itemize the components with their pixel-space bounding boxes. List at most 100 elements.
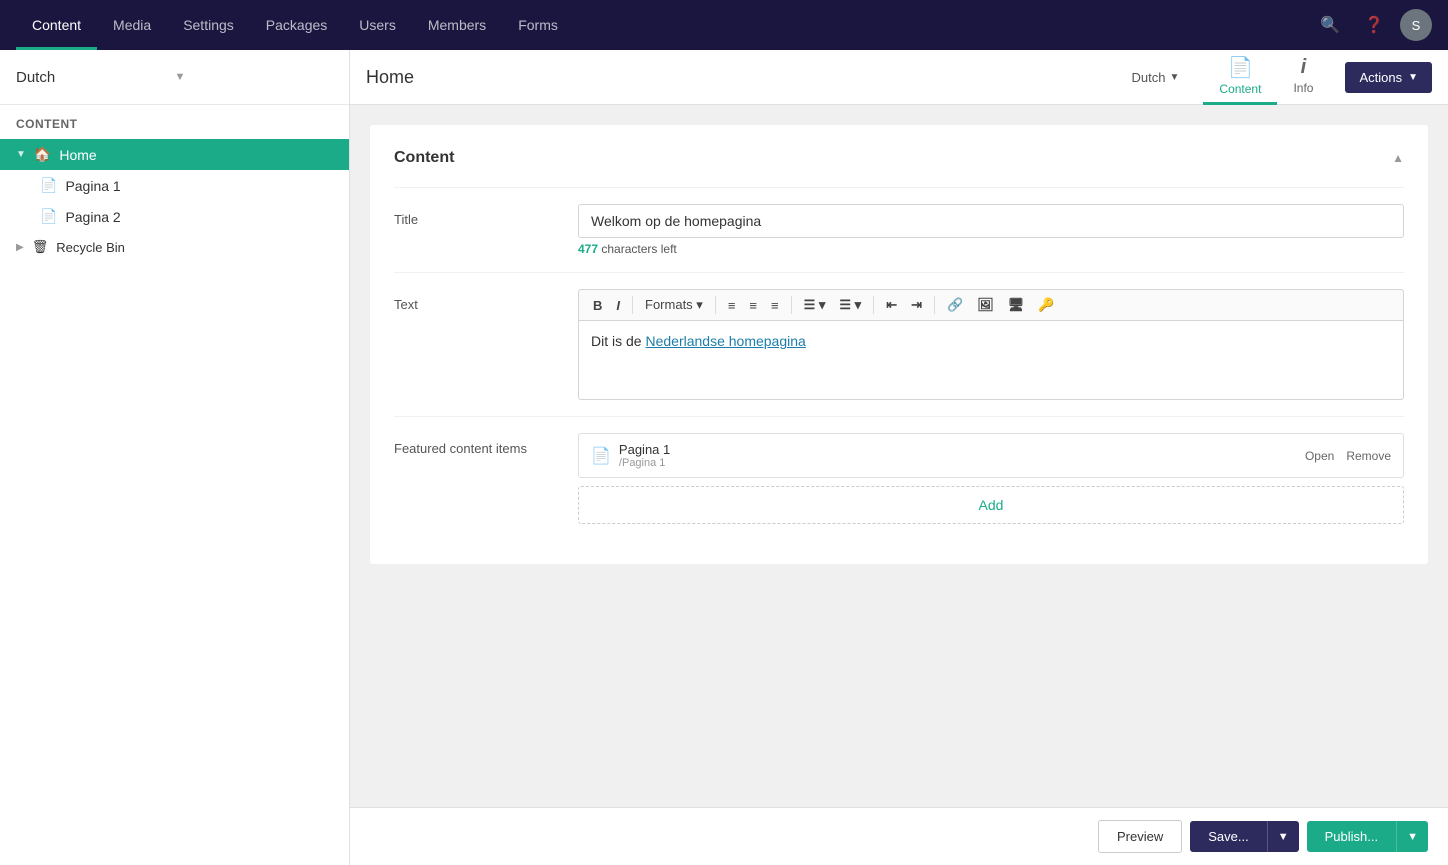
sidebar-item-pagina1[interactable]: 📄 Pagina 1 bbox=[0, 170, 349, 201]
language-selector[interactable]: Dutch ▼ bbox=[0, 50, 349, 105]
featured-item-info: Pagina 1 /Pagina 1 bbox=[619, 442, 1297, 469]
page-title: Home bbox=[366, 67, 1124, 88]
rte-text: Dit is de bbox=[591, 333, 645, 349]
nav-packages[interactable]: Packages bbox=[250, 0, 343, 50]
nav-media[interactable]: Media bbox=[97, 0, 167, 50]
page-icon: 📄 bbox=[40, 208, 57, 225]
toolbar-separator bbox=[934, 296, 935, 314]
content-body: Content ▲ Title 477 characters left bbox=[350, 105, 1448, 807]
toolbar-separator bbox=[632, 296, 633, 314]
text-field-row: Text B I Formats ▾ ≡ ≡ ≡ ☰ ▾ bbox=[394, 272, 1404, 416]
page-icon: 📄 bbox=[591, 446, 611, 466]
rte-toolbar: B I Formats ▾ ≡ ≡ ≡ ☰ ▾ ☰ ▾ bbox=[578, 289, 1404, 320]
char-count-text: characters left bbox=[601, 242, 676, 256]
italic-button[interactable]: I bbox=[610, 295, 626, 316]
content-language-selector[interactable]: Dutch ▼ bbox=[1124, 66, 1188, 89]
chevron-down-icon: ▼ bbox=[1408, 72, 1418, 83]
publish-button[interactable]: Publish... bbox=[1307, 821, 1396, 852]
chevron-down-icon: ▼ bbox=[16, 149, 26, 160]
actions-button[interactable]: Actions ▼ bbox=[1345, 62, 1432, 93]
nav-forms[interactable]: Forms bbox=[502, 0, 574, 50]
align-left-button[interactable]: ≡ bbox=[722, 295, 742, 316]
featured-item-path: /Pagina 1 bbox=[619, 457, 1297, 469]
recycle-bin-label: Recycle Bin bbox=[56, 240, 125, 255]
title-input[interactable] bbox=[578, 204, 1404, 238]
bold-button[interactable]: B bbox=[587, 295, 608, 316]
tab-info[interactable]: i Info bbox=[1277, 50, 1329, 105]
tab-info-label: Info bbox=[1293, 81, 1313, 95]
nav-members[interactable]: Members bbox=[412, 0, 502, 50]
featured-item: 📄 Pagina 1 /Pagina 1 Open Remove bbox=[578, 433, 1404, 478]
sidebar-item-recycle-bin[interactable]: ▶ 🗑 Recycle Bin bbox=[0, 232, 349, 262]
align-right-button[interactable]: ≡ bbox=[765, 295, 785, 316]
sidebar-section-label: Content bbox=[0, 105, 349, 139]
unordered-list-button[interactable]: ☰ ▾ bbox=[798, 294, 832, 316]
content-language-label: Dutch bbox=[1132, 70, 1166, 85]
page-icon: 📄 bbox=[40, 177, 57, 194]
ordered-list-button[interactable]: ☰ ▾ bbox=[833, 294, 867, 316]
top-nav-right: 🔍 ❓ S bbox=[1312, 7, 1432, 43]
title-field: 477 characters left bbox=[578, 204, 1404, 256]
content-panel: Content ▲ Title 477 characters left bbox=[370, 125, 1428, 564]
featured-field: 📄 Pagina 1 /Pagina 1 Open Remove Add bbox=[578, 433, 1404, 524]
align-center-button[interactable]: ≡ bbox=[743, 295, 763, 316]
featured-items-row: Featured content items 📄 Pagina 1 /Pagin… bbox=[394, 416, 1404, 540]
char-count-number: 477 bbox=[578, 242, 598, 256]
rte-link[interactable]: Nederlandse homepagina bbox=[645, 333, 805, 349]
featured-label: Featured content items bbox=[394, 433, 554, 524]
preview-button[interactable]: Preview bbox=[1098, 820, 1182, 853]
outdent-button[interactable]: ⇤ bbox=[880, 294, 903, 316]
nav-content[interactable]: Content bbox=[16, 0, 97, 50]
save-group: Save... ▼ bbox=[1190, 821, 1298, 852]
featured-item-actions: Open Remove bbox=[1305, 449, 1391, 463]
document-icon: 📄 bbox=[1228, 55, 1253, 80]
char-count: 477 characters left bbox=[578, 242, 1404, 256]
help-icon[interactable]: ❓ bbox=[1356, 7, 1392, 43]
link-button[interactable]: 🔗 bbox=[941, 294, 969, 316]
toolbar-separator bbox=[715, 296, 716, 314]
rte-body[interactable]: Dit is de Nederlandse homepagina bbox=[578, 320, 1404, 400]
image-button[interactable]: 🖼 bbox=[971, 294, 1000, 316]
nav-settings[interactable]: Settings bbox=[167, 0, 250, 50]
publish-dropdown-button[interactable]: ▼ bbox=[1396, 821, 1428, 852]
publish-group: Publish... ▼ bbox=[1307, 821, 1428, 852]
top-navigation: Content Media Settings Packages Users Me… bbox=[0, 0, 1448, 50]
sidebar-item-pagina2[interactable]: 📄 Pagina 2 bbox=[0, 201, 349, 232]
indent-button[interactable]: ⇥ bbox=[905, 294, 928, 316]
nav-users[interactable]: Users bbox=[343, 0, 412, 50]
chevron-down-icon: ▼ bbox=[175, 71, 334, 83]
open-button[interactable]: Open bbox=[1305, 449, 1334, 463]
content-footer: Preview Save... ▼ Publish... ▼ bbox=[350, 807, 1448, 865]
save-dropdown-button[interactable]: ▼ bbox=[1267, 821, 1299, 852]
content-header: Home Dutch ▼ 📄 Content i Info Actions ▼ bbox=[350, 50, 1448, 105]
tab-content[interactable]: 📄 Content bbox=[1203, 50, 1277, 105]
actions-label: Actions bbox=[1359, 70, 1402, 85]
search-icon[interactable]: 🔍 bbox=[1312, 7, 1348, 43]
chevron-right-icon: ▶ bbox=[16, 242, 24, 253]
avatar[interactable]: S bbox=[1400, 9, 1432, 41]
panel-title: Content ▲ bbox=[394, 149, 1404, 167]
sidebar-item-home[interactable]: ▼ 🏠 Home bbox=[0, 139, 349, 170]
info-icon: i bbox=[1301, 56, 1307, 79]
pagina1-label: Pagina 1 bbox=[65, 178, 120, 194]
save-button[interactable]: Save... bbox=[1190, 821, 1266, 852]
formats-button[interactable]: Formats ▾ bbox=[639, 294, 709, 316]
pagina2-label: Pagina 2 bbox=[65, 209, 120, 225]
chevron-down-icon: ▼ bbox=[1170, 72, 1180, 83]
sidebar: Dutch ▼ Content ▼ 🏠 Home 📄 Pagina 1 📄 Pa… bbox=[0, 50, 350, 865]
featured-item-name: Pagina 1 bbox=[619, 442, 1297, 457]
collapse-button[interactable]: ▲ bbox=[1392, 151, 1404, 165]
media-button[interactable]: 🖥 bbox=[1002, 294, 1031, 316]
trash-icon: 🗑 bbox=[32, 239, 49, 255]
text-label: Text bbox=[394, 289, 554, 400]
embed-button[interactable]: 🔑 bbox=[1032, 294, 1060, 316]
title-label: Title bbox=[394, 204, 554, 256]
tab-area: 📄 Content i Info bbox=[1203, 50, 1329, 105]
add-button[interactable]: Add bbox=[578, 486, 1404, 524]
remove-button[interactable]: Remove bbox=[1346, 449, 1391, 463]
home-icon: 🏠 bbox=[34, 146, 51, 163]
content-area: Home Dutch ▼ 📄 Content i Info Actions ▼ bbox=[350, 50, 1448, 865]
content-tree: ▼ 🏠 Home 📄 Pagina 1 📄 Pagina 2 ▶ 🗑 Recyc… bbox=[0, 139, 349, 262]
toolbar-separator bbox=[873, 296, 874, 314]
main-layout: Dutch ▼ Content ▼ 🏠 Home 📄 Pagina 1 📄 Pa… bbox=[0, 50, 1448, 865]
